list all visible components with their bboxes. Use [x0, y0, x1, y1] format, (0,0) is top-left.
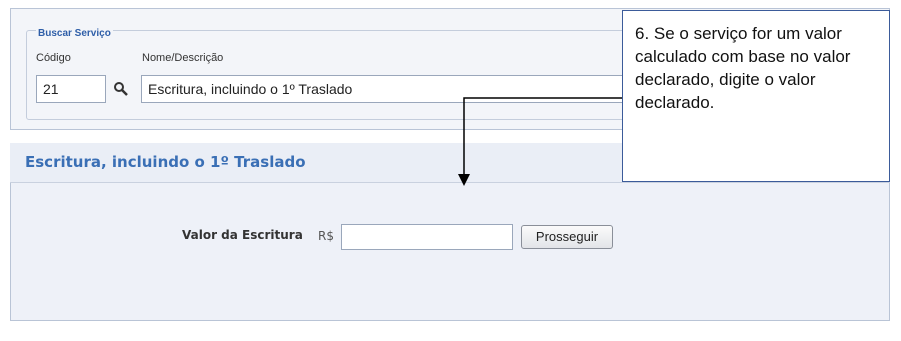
callout-arrow — [458, 97, 622, 186]
